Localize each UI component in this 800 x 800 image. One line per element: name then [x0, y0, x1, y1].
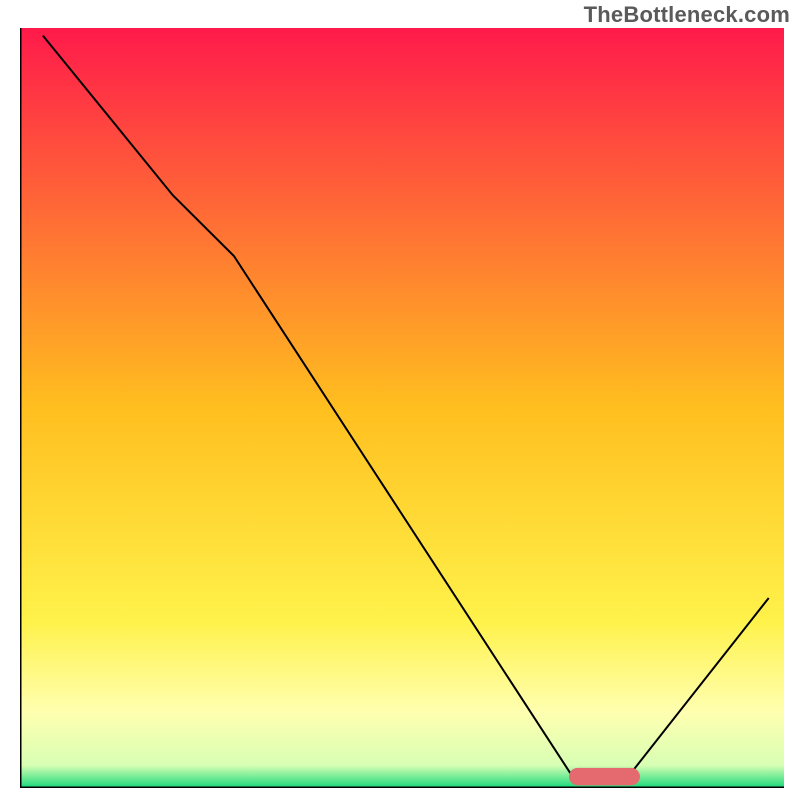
watermark-label: TheBottleneck.com [584, 2, 790, 28]
chart-container: TheBottleneck.com [0, 0, 800, 800]
chart-svg [20, 28, 784, 788]
plot-background [20, 28, 784, 788]
plot-area [20, 28, 784, 788]
